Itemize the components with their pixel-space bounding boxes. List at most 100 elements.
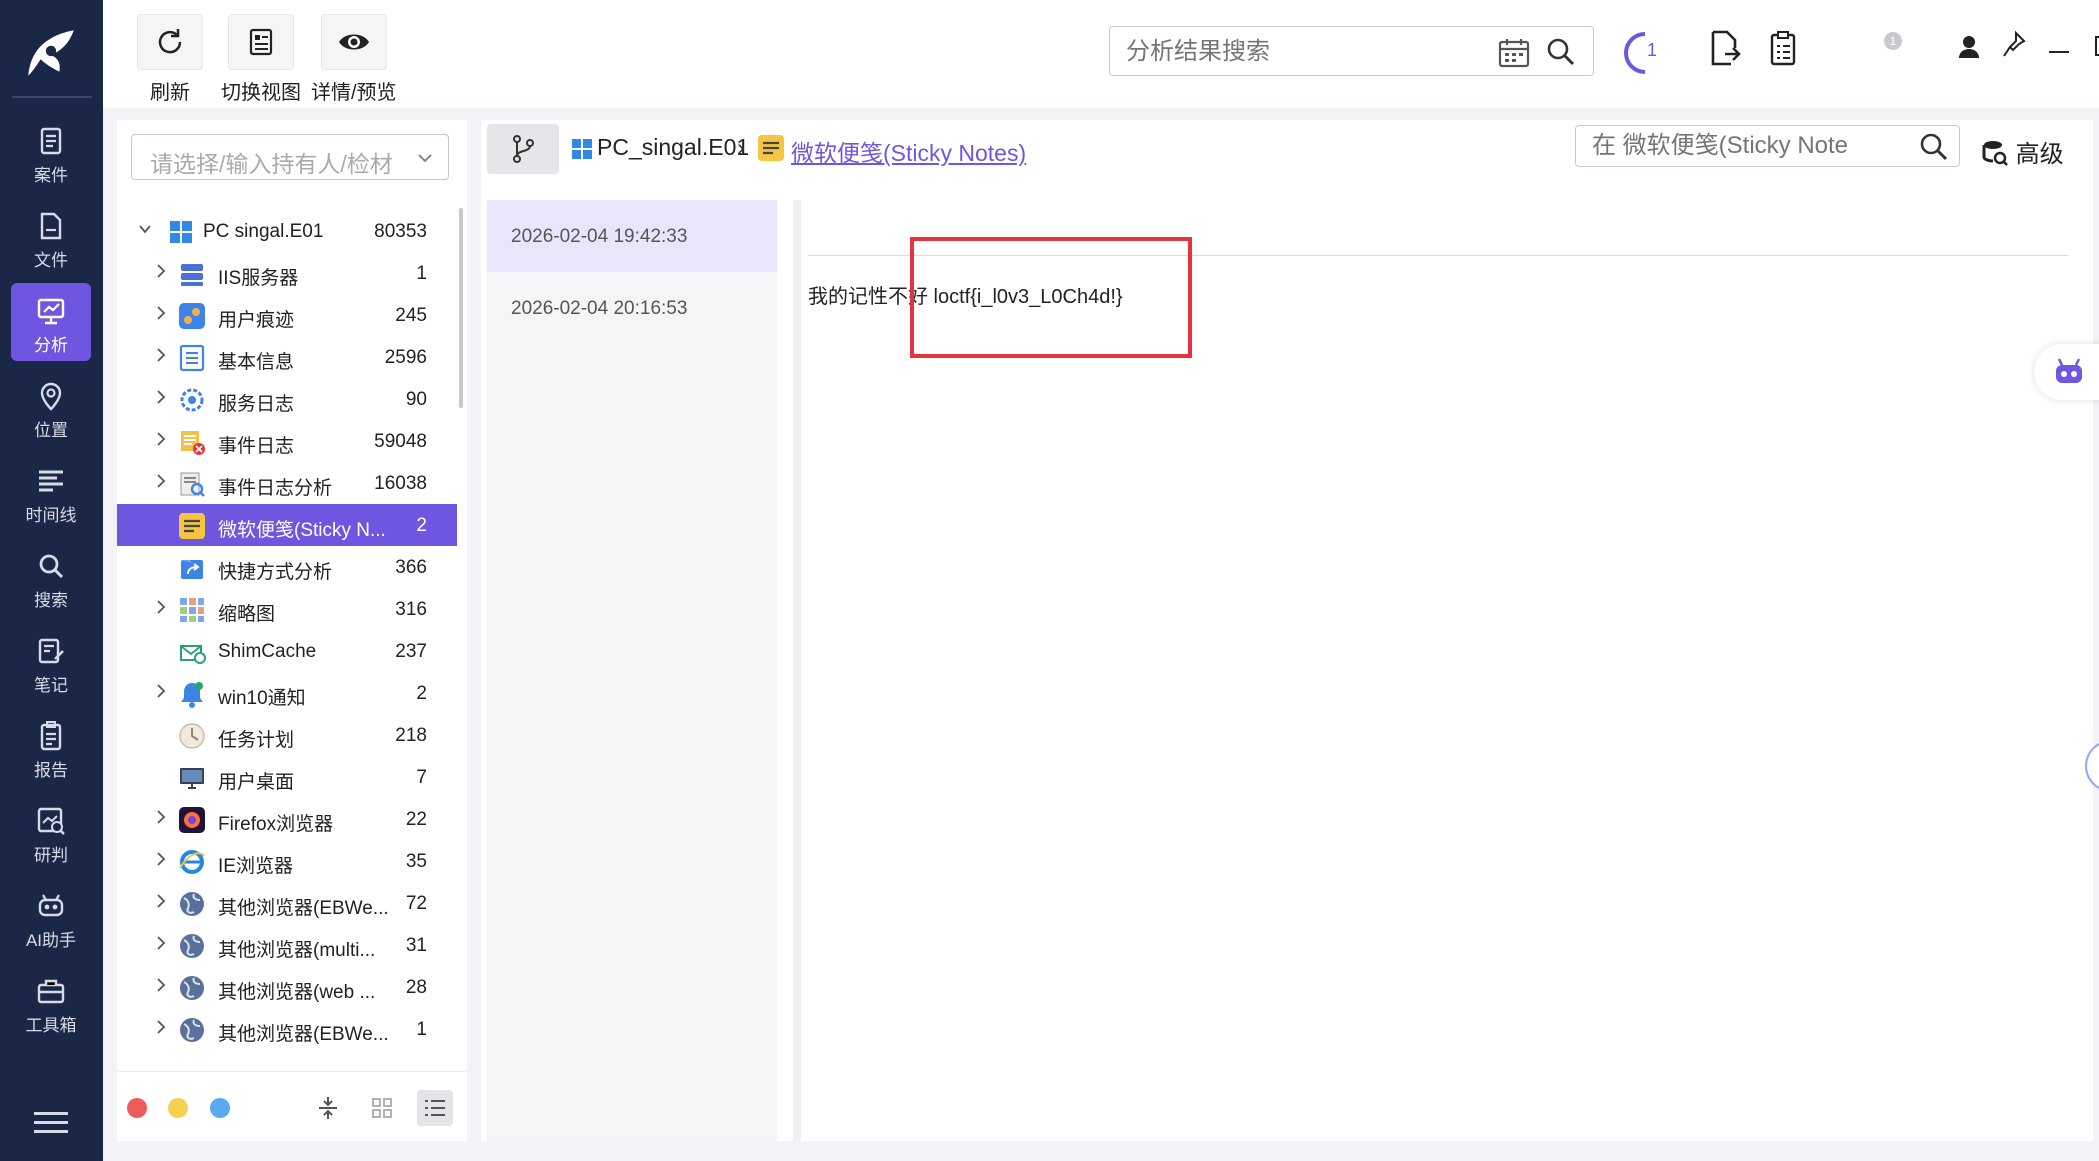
- nav-item-file[interactable]: 文件: [11, 198, 91, 276]
- collapse-all-icon[interactable]: [310, 1090, 346, 1126]
- globe-icon: [180, 892, 204, 916]
- nav-item-location[interactable]: 位置: [11, 368, 91, 446]
- pane-splitter[interactable]: [793, 200, 801, 1141]
- nav-item-case[interactable]: 案件: [11, 113, 91, 191]
- nav-item-toolbox[interactable]: 工具箱: [11, 963, 91, 1041]
- red-filter-dot[interactable]: [127, 1098, 147, 1118]
- breadcrumb-current[interactable]: 微软便笺(Sticky Notes): [791, 134, 1026, 168]
- tree-item[interactable]: 事件日志 59048: [117, 420, 457, 462]
- tree-item[interactable]: 基本信息 2596: [117, 336, 457, 378]
- tree-root[interactable]: PC singal.E01 80353: [117, 210, 457, 252]
- tree-item[interactable]: ShimCache 237: [117, 630, 457, 672]
- footprint-icon: [179, 303, 205, 329]
- tree-item[interactable]: IE浏览器 35: [117, 840, 457, 882]
- user-icon[interactable]: [1957, 30, 1981, 60]
- toolbox-icon: [37, 979, 65, 1004]
- branch-button[interactable]: [487, 124, 559, 174]
- chevron-right-icon[interactable]: [154, 348, 168, 362]
- chevron-right-icon[interactable]: [154, 852, 168, 866]
- nav-item-timeline[interactable]: 时间线: [11, 453, 91, 531]
- tree-footer: [117, 1071, 467, 1141]
- chevron-right-icon[interactable]: [154, 684, 168, 698]
- tree-item[interactable]: IIS服务器 1: [117, 252, 457, 294]
- tree-item[interactable]: 服务日志 90: [117, 378, 457, 420]
- tree-item[interactable]: 快捷方式分析 366: [117, 546, 457, 588]
- shortcut-icon: [181, 560, 203, 579]
- clipboard-list-icon[interactable]: [1769, 30, 1799, 66]
- chevron-right-icon[interactable]: [154, 1020, 168, 1034]
- chevron-right-icon[interactable]: [154, 894, 168, 908]
- yellow-filter-dot[interactable]: [168, 1098, 188, 1118]
- windows-icon: [170, 221, 192, 243]
- globe-icon: [180, 1018, 204, 1042]
- advanced-search-button[interactable]: 高级: [1981, 134, 2064, 169]
- tree-item-count: 316: [395, 599, 427, 620]
- minimize-icon[interactable]: [2047, 30, 2071, 60]
- list-item[interactable]: 2026-02-04 19:42:33: [487, 200, 777, 272]
- switch-view-button[interactable]: 切换视图: [221, 14, 301, 105]
- chevron-down-icon[interactable]: [138, 222, 152, 236]
- nav-rail: 案件 文件 分析 位置 时间线 搜索笔记报告 研判 AI助手 工具箱: [0, 0, 103, 1161]
- chevron-right-icon[interactable]: [154, 306, 168, 320]
- tree-item[interactable]: 其他浏览器(EBWe... 1: [117, 1008, 457, 1050]
- tree-item[interactable]: 任务计划 218: [117, 714, 457, 756]
- nav-item-analysis[interactable]: 分析: [11, 283, 91, 361]
- search-icon[interactable]: [1919, 132, 1949, 162]
- chevron-right-icon[interactable]: [154, 432, 168, 446]
- content-search-input[interactable]: [1592, 132, 1902, 160]
- chevron-right-icon[interactable]: [154, 600, 168, 614]
- nav-item-ai-assistant[interactable]: AI助手: [11, 878, 91, 956]
- ai-assistant-float-button[interactable]: [2034, 344, 2099, 400]
- chevron-right-icon[interactable]: [154, 474, 168, 488]
- menu-icon[interactable]: [34, 1112, 68, 1139]
- pin-icon[interactable]: [2001, 30, 2027, 60]
- tree-item[interactable]: 其他浏览器(web ... 28: [117, 966, 457, 1008]
- nav-item-notes[interactable]: 笔记: [11, 623, 91, 701]
- list-view-icon[interactable]: [417, 1090, 453, 1126]
- export-icon[interactable]: [1709, 30, 1741, 66]
- nav-label: 笔记: [34, 676, 68, 695]
- notes-icon: [38, 638, 64, 664]
- timeline-icon: [39, 470, 63, 492]
- tree-item[interactable]: 其他浏览器(EBWe... 72: [117, 882, 457, 924]
- analysis-search-input[interactable]: [1126, 38, 1466, 66]
- blue-filter-dot[interactable]: [210, 1098, 230, 1118]
- chevron-right-icon[interactable]: [154, 264, 168, 278]
- highlight-box: [910, 237, 1192, 358]
- tree-item-count: 7: [416, 767, 427, 788]
- task-count: 1: [1647, 40, 1658, 60]
- advanced-label: 高级: [2015, 141, 2064, 168]
- nav-item-judge[interactable]: 研判: [11, 793, 91, 871]
- tree-item[interactable]: win10通知 2: [117, 672, 457, 714]
- tree-item[interactable]: Firefox浏览器 22: [117, 798, 457, 840]
- chevron-right-icon[interactable]: [154, 978, 168, 992]
- calendar-icon[interactable]: [1498, 38, 1530, 68]
- content-search-box[interactable]: [1575, 125, 1960, 167]
- refresh-button[interactable]: 刷新: [137, 14, 203, 105]
- chevron-right-icon[interactable]: [154, 936, 168, 950]
- tree-item[interactable]: 事件日志分析 16038: [117, 462, 457, 504]
- note-timestamp: 2026-02-04 20:16:53: [511, 298, 688, 319]
- grid-view-icon[interactable]: [364, 1090, 400, 1126]
- server-icon: [181, 264, 203, 286]
- chevron-right-icon[interactable]: [154, 810, 168, 824]
- tree-item[interactable]: 用户桌面 7: [117, 756, 457, 798]
- chevron-right-icon[interactable]: [154, 390, 168, 404]
- tree-item[interactable]: 微软便笺(Sticky N... 2: [117, 504, 457, 546]
- owner-select[interactable]: 请选择/输入持有人/检材: [131, 134, 449, 180]
- tree-scrollbar[interactable]: [459, 208, 463, 408]
- maximize-icon[interactable]: [2093, 30, 2099, 60]
- nav-item-report[interactable]: 报告: [11, 708, 91, 786]
- list-item[interactable]: 2026-02-04 20:16:53: [487, 272, 777, 344]
- breadcrumb-source[interactable]: PC_singal.E01: [597, 134, 749, 161]
- analysis-search-box[interactable]: [1109, 26, 1594, 76]
- tree-item[interactable]: 其他浏览器(multi... 31: [117, 924, 457, 966]
- tree-item[interactable]: 用户痕迹 245: [117, 294, 457, 336]
- judge-icon: [37, 807, 65, 835]
- shimcache-icon: [180, 645, 206, 664]
- detail-preview-button[interactable]: 详情/预览: [311, 14, 397, 105]
- tree-item[interactable]: 缩略图 316: [117, 588, 457, 630]
- tree-item-count: 2: [416, 515, 427, 536]
- search-icon[interactable]: [1546, 37, 1576, 67]
- nav-item-search[interactable]: 搜索: [11, 538, 91, 616]
